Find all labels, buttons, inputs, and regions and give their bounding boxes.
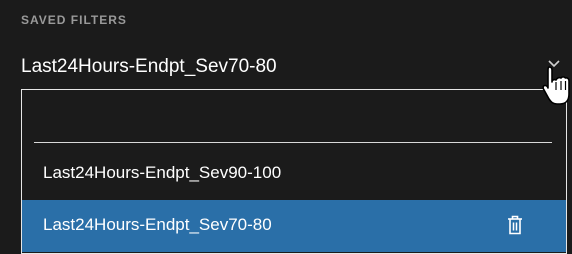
- filter-option[interactable]: Last24Hours-Endpt_Sev90-100: [22, 150, 566, 196]
- filter-search-input[interactable]: [34, 102, 552, 143]
- hand-pointer-cursor-icon: [542, 66, 570, 105]
- saved-filters-panel: SAVED FILTERS Last24Hours-Endpt_Sev70-80…: [0, 0, 572, 254]
- saved-filters-select[interactable]: Last24Hours-Endpt_Sev70-80: [21, 54, 566, 88]
- saved-filters-label: SAVED FILTERS: [21, 13, 127, 27]
- filter-option-highlighted[interactable]: Last24Hours-Endpt_Sev70-80: [22, 200, 566, 252]
- filter-dropdown-menu: Last24Hours-Endpt_Sev90-100 Last24Hours-…: [21, 89, 567, 254]
- filter-option-label: Last24Hours-Endpt_Sev70-80: [43, 215, 272, 234]
- selected-filter-value: Last24Hours-Endpt_Sev70-80: [21, 56, 277, 77]
- filter-option-label: Last24Hours-Endpt_Sev90-100: [43, 163, 282, 182]
- trash-icon[interactable]: [505, 214, 525, 236]
